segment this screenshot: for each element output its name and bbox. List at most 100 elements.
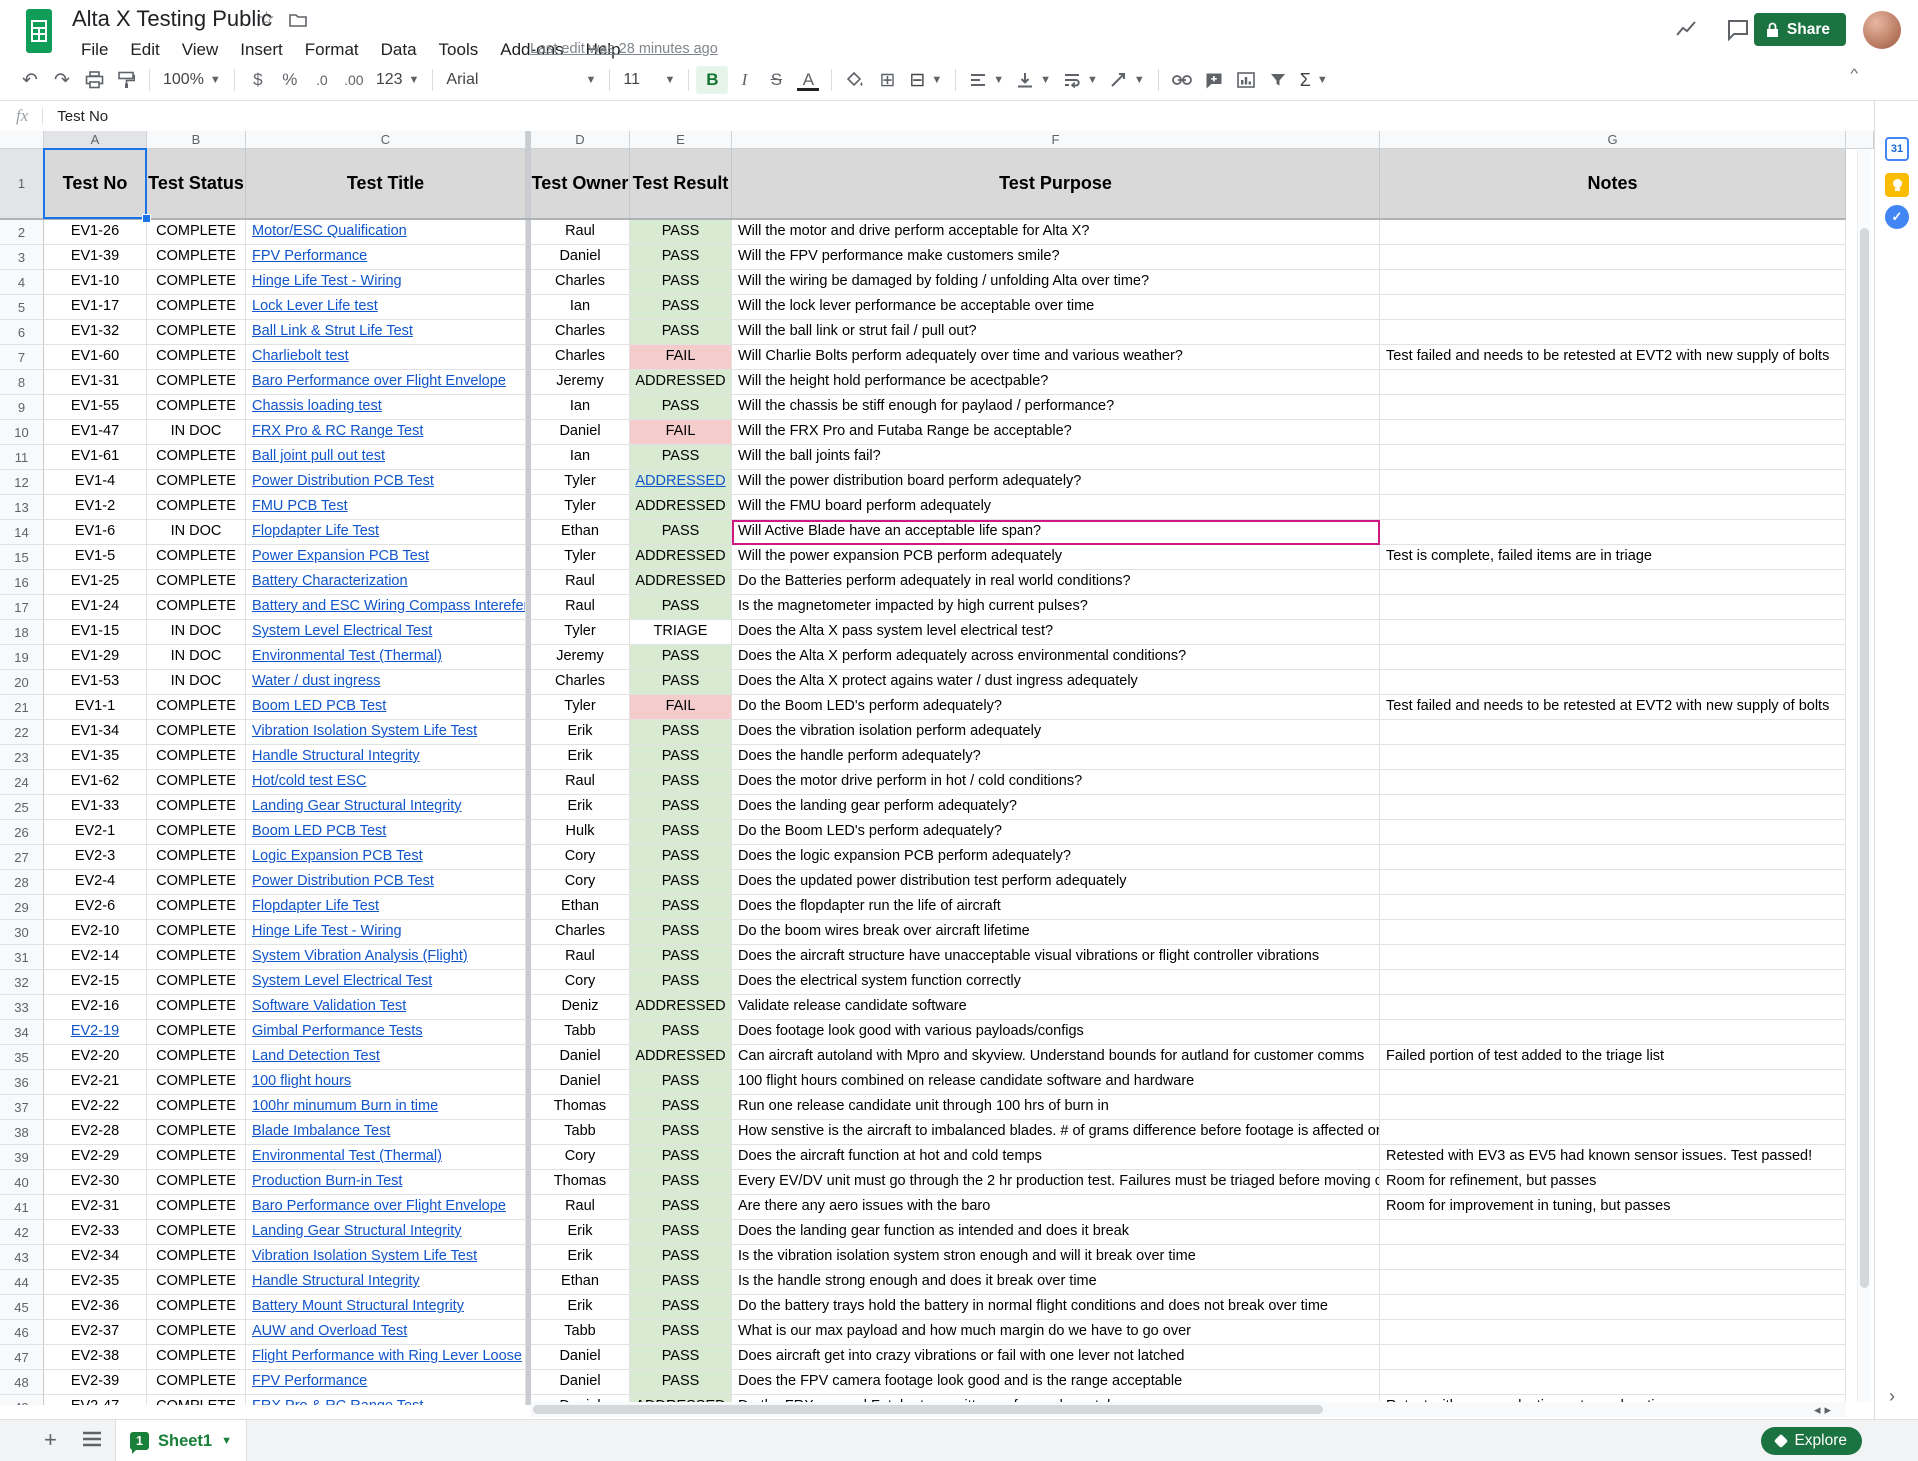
- insert-chart-icon[interactable]: [1230, 66, 1262, 94]
- cell-test-no[interactable]: EV2-33: [44, 1220, 147, 1245]
- test-title-link[interactable]: Gimbal Performance Tests: [252, 1023, 423, 1039]
- cell-test-result[interactable]: PASS: [630, 945, 732, 970]
- cell-test-result[interactable]: PASS: [630, 645, 732, 670]
- cell-test-result[interactable]: TRIAGE: [630, 620, 732, 645]
- cell-test-purpose[interactable]: Will Active Blade have an acceptable lif…: [732, 520, 1380, 545]
- cell-test-result[interactable]: ADDRESSED: [630, 995, 732, 1020]
- cell-test-owner[interactable]: Erik: [531, 720, 630, 745]
- avatar[interactable]: [1863, 11, 1901, 49]
- cell-test-owner[interactable]: Erik: [531, 1245, 630, 1270]
- cell-test-status[interactable]: COMPLETE: [147, 1395, 246, 1405]
- cell-test-owner[interactable]: Tyler: [531, 620, 630, 645]
- cell-test-purpose[interactable]: Does the electrical system function corr…: [732, 970, 1380, 995]
- row-number[interactable]: 40: [0, 1170, 44, 1195]
- row-number[interactable]: 17: [0, 595, 44, 620]
- test-title-link[interactable]: Blade Imbalance Test: [252, 1123, 390, 1139]
- cell-test-result[interactable]: PASS: [630, 445, 732, 470]
- panel-collapse-icon[interactable]: ›: [1889, 1386, 1895, 1407]
- test-title-link[interactable]: Environmental Test (Thermal): [252, 648, 442, 664]
- cell-test-no[interactable]: EV1-15: [44, 620, 147, 645]
- cell-notes[interactable]: [1380, 270, 1846, 295]
- cell-test-title[interactable]: Environmental Test (Thermal): [246, 645, 526, 670]
- row-number[interactable]: 19: [0, 645, 44, 670]
- row-number[interactable]: 10: [0, 420, 44, 445]
- cell-test-no[interactable]: EV2-38: [44, 1345, 147, 1370]
- row-number[interactable]: 48: [0, 1370, 44, 1395]
- cell-test-owner[interactable]: Cory: [531, 1145, 630, 1170]
- cell-test-owner[interactable]: Raul: [531, 945, 630, 970]
- cell-test-purpose[interactable]: Does the handle perform adequately?: [732, 745, 1380, 770]
- header-cell[interactable]: Test Owner: [531, 149, 630, 218]
- test-title-link[interactable]: FPV Performance: [252, 248, 367, 264]
- text-rotation-icon[interactable]: ▼: [1104, 72, 1151, 88]
- row-number[interactable]: 7: [0, 345, 44, 370]
- cell-test-no[interactable]: EV2-15: [44, 970, 147, 995]
- cell-test-owner[interactable]: Ian: [531, 295, 630, 320]
- column-header-c[interactable]: C: [246, 131, 526, 149]
- row-number[interactable]: 46: [0, 1320, 44, 1345]
- cell-test-status[interactable]: COMPLETE: [147, 995, 246, 1020]
- test-title-link[interactable]: Boom LED PCB Test: [252, 823, 386, 839]
- cell-test-title[interactable]: Flopdapter Life Test: [246, 520, 526, 545]
- cell-test-status[interactable]: COMPLETE: [147, 220, 246, 245]
- cell-test-title[interactable]: FRX Pro & RC Range Test: [246, 1395, 526, 1405]
- cell-test-status[interactable]: COMPLETE: [147, 345, 246, 370]
- column-header-e[interactable]: E: [630, 131, 732, 149]
- column-header-a[interactable]: A: [44, 131, 147, 149]
- cell-test-title[interactable]: Baro Performance over Flight Envelope: [246, 370, 526, 395]
- cell-test-purpose[interactable]: Does the aircraft function at hot and co…: [732, 1145, 1380, 1170]
- cell-test-purpose[interactable]: Does the FPV camera footage look good an…: [732, 1370, 1380, 1395]
- insert-link-icon[interactable]: [1166, 66, 1198, 94]
- cell-test-status[interactable]: COMPLETE: [147, 1045, 246, 1070]
- cell-test-title[interactable]: Hot/cold test ESC: [246, 770, 526, 795]
- vertical-scrollbar-thumb[interactable]: [1860, 228, 1869, 1288]
- test-title-link[interactable]: Battery Characterization: [252, 573, 408, 589]
- cell-test-title[interactable]: Power Expansion PCB Test: [246, 545, 526, 570]
- cell-test-purpose[interactable]: Does the motor drive perform in hot / co…: [732, 770, 1380, 795]
- formula-bar[interactable]: fx Test No: [0, 101, 1918, 132]
- horizontal-scrollbar[interactable]: [531, 1402, 1846, 1417]
- cell-notes[interactable]: Test failed and needs to be retested at …: [1380, 345, 1846, 370]
- test-title-link[interactable]: Power Expansion PCB Test: [252, 548, 429, 564]
- row-number[interactable]: 13: [0, 495, 44, 520]
- vertical-align-icon[interactable]: ▼: [1010, 72, 1057, 89]
- cell-notes[interactable]: [1380, 1120, 1846, 1145]
- row-number[interactable]: 27: [0, 845, 44, 870]
- cell-test-status[interactable]: COMPLETE: [147, 470, 246, 495]
- cell-test-no[interactable]: EV1-35: [44, 745, 147, 770]
- test-title-link[interactable]: Hinge Life Test - Wiring: [252, 923, 402, 939]
- cell-test-title[interactable]: Water / dust ingress: [246, 670, 526, 695]
- cell-test-status[interactable]: COMPLETE: [147, 1070, 246, 1095]
- cell-test-result[interactable]: PASS: [630, 870, 732, 895]
- cell-test-result[interactable]: ADDRESSED: [630, 495, 732, 520]
- cell-test-no[interactable]: EV1-17: [44, 295, 147, 320]
- test-title-link[interactable]: Chassis loading test: [252, 398, 382, 414]
- cell-test-purpose[interactable]: Will the power distribution board perfor…: [732, 470, 1380, 495]
- calendar-icon[interactable]: 31: [1885, 137, 1909, 161]
- cell-notes[interactable]: [1380, 1345, 1846, 1370]
- currency-format-icon[interactable]: $: [242, 66, 274, 94]
- cell-test-purpose[interactable]: Will the ball joints fail?: [732, 445, 1380, 470]
- row-number[interactable]: 49: [0, 1395, 44, 1405]
- cell-test-no[interactable]: EV2-14: [44, 945, 147, 970]
- test-title-link[interactable]: Handle Structural Integrity: [252, 1273, 420, 1289]
- cell-test-owner[interactable]: Daniel: [531, 420, 630, 445]
- cell-notes[interactable]: [1380, 570, 1846, 595]
- cell-test-no[interactable]: EV1-34: [44, 720, 147, 745]
- scroll-left-icon[interactable]: ◂: [1814, 1402, 1825, 1417]
- fill-handle[interactable]: [142, 214, 151, 223]
- increase-decimal-icon[interactable]: .00: [338, 66, 370, 94]
- cell-test-status[interactable]: IN DOC: [147, 520, 246, 545]
- row-number[interactable]: 6: [0, 320, 44, 345]
- cell-test-owner[interactable]: Daniel: [531, 1045, 630, 1070]
- cell-test-title[interactable]: Logic Expansion PCB Test: [246, 845, 526, 870]
- row-number[interactable]: 28: [0, 870, 44, 895]
- test-title-link[interactable]: Vibration Isolation System Life Test: [252, 1248, 477, 1264]
- collapse-toolbar-icon[interactable]: ^: [1850, 68, 1858, 82]
- cell-test-title[interactable]: System Level Electrical Test: [246, 620, 526, 645]
- cell-test-status[interactable]: COMPLETE: [147, 695, 246, 720]
- cell-test-owner[interactable]: Raul: [531, 220, 630, 245]
- row-number[interactable]: 36: [0, 1070, 44, 1095]
- text-wrap-icon[interactable]: ▼: [1057, 72, 1104, 88]
- row-number[interactable]: 8: [0, 370, 44, 395]
